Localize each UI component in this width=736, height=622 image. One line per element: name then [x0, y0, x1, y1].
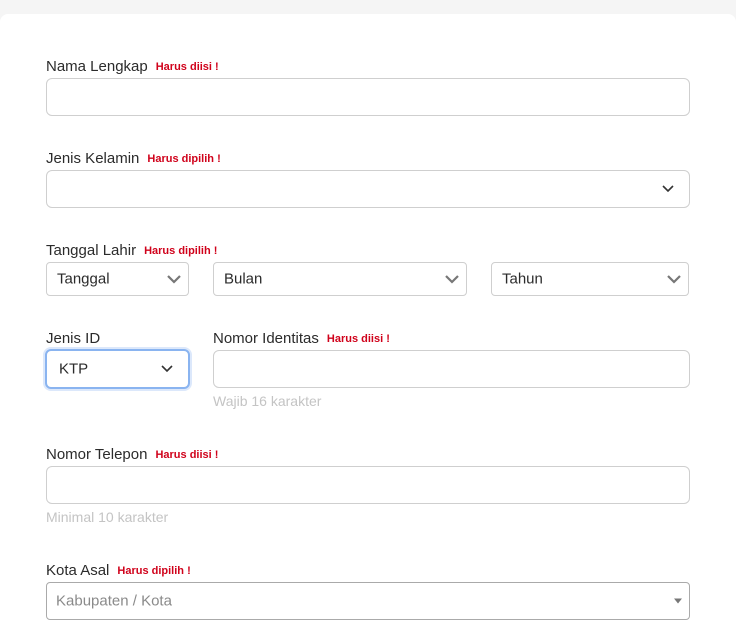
id-type-value: KTP: [59, 360, 89, 378]
id-number-hint: Wajib 16 karakter: [213, 393, 322, 409]
chevron-down-icon: [167, 275, 181, 284]
chevron-down-icon: [667, 275, 681, 284]
birth-date-label: Tanggal Lahir: [46, 242, 137, 259]
birth-day-select[interactable]: Tanggal: [46, 262, 189, 296]
caret-down-icon: [674, 598, 682, 604]
id-number-error: Harus diisi !: [326, 333, 390, 345]
phone-label-row: Nomor Telepon Harus diisi !: [46, 446, 218, 463]
id-type-label-row: Jenis ID: [46, 330, 100, 347]
city-label: Kota Asal: [46, 562, 110, 579]
full-name-input[interactable]: [46, 78, 690, 116]
chevron-down-icon: [161, 365, 173, 373]
birth-year-value: Tahun: [502, 270, 543, 288]
phone-error: Harus diisi !: [155, 449, 219, 461]
city-label-row: Kota Asal Harus dipilih !: [46, 562, 191, 579]
birth-date-label-row: Tanggal Lahir Harus dipilih !: [46, 242, 217, 259]
gender-label: Jenis Kelamin: [46, 150, 140, 167]
phone-hint: Minimal 10 karakter: [46, 509, 169, 525]
gender-error: Harus dipilih !: [147, 153, 221, 165]
id-type-label: Jenis ID: [46, 330, 101, 347]
birth-month-value: Bulan: [224, 270, 263, 288]
gender-select[interactable]: [46, 170, 690, 208]
phone-input[interactable]: [46, 466, 690, 504]
full-name-error: Harus diisi !: [155, 61, 219, 73]
full-name-label-row: Nama Lengkap Harus diisi !: [46, 58, 219, 75]
phone-label: Nomor Telepon: [46, 446, 148, 463]
birth-day-value: Tanggal: [57, 270, 110, 288]
id-number-input[interactable]: [213, 350, 690, 388]
id-type-select[interactable]: KTP: [45, 349, 190, 389]
city-placeholder: Kabupaten / Kota: [56, 592, 172, 610]
id-number-label: Nomor Identitas: [213, 330, 319, 347]
gender-label-row: Jenis Kelamin Harus dipilih !: [46, 150, 221, 167]
full-name-label: Nama Lengkap: [46, 58, 148, 75]
birth-month-select[interactable]: Bulan: [213, 262, 467, 296]
birth-year-select[interactable]: Tahun: [491, 262, 689, 296]
chevron-down-icon: [662, 185, 674, 193]
id-number-label-row: Nomor Identitas Harus diisi !: [213, 330, 390, 347]
city-error: Harus dipilih !: [117, 565, 191, 577]
city-select[interactable]: Kabupaten / Kota: [46, 582, 690, 620]
chevron-down-icon: [445, 275, 459, 284]
birth-date-error: Harus dipilih !: [144, 245, 218, 257]
